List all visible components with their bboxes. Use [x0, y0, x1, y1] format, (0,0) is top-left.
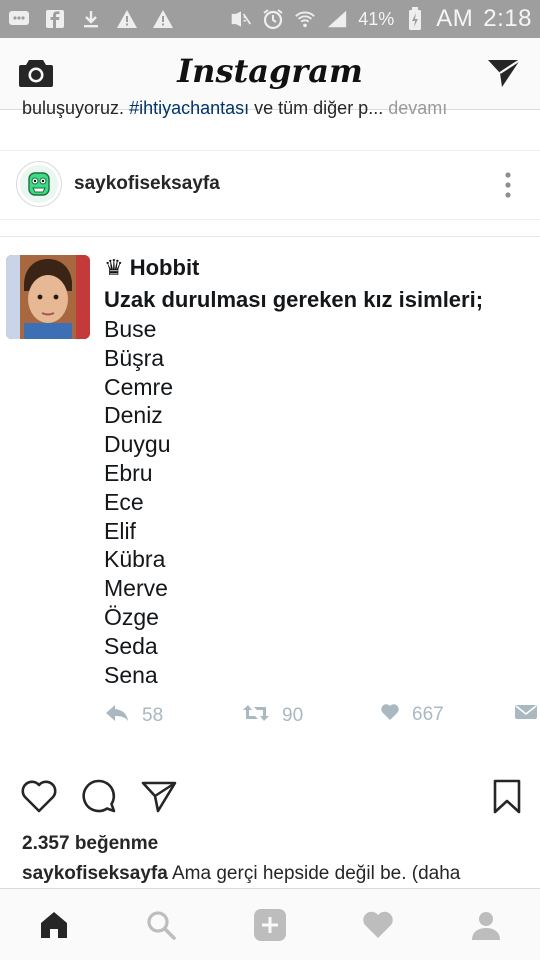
retweet-icon [242, 703, 270, 729]
list-item: Ebru [104, 459, 153, 486]
tweet-actions: 58 90 667 [104, 703, 540, 729]
tweet-heading: Uzak durulması gereken kız isimleri; [104, 287, 484, 312]
paper-plane-icon[interactable] [486, 56, 522, 95]
post-header: saykofiseksayfa [0, 150, 540, 220]
tweet-retweet-count: 90 [282, 705, 304, 726]
heart-icon [380, 703, 400, 727]
crown-icon: ♛ [104, 255, 124, 280]
status-time: 2:18 [483, 5, 532, 32]
tweet-like: 667 [380, 703, 444, 727]
tweet-name-list: Buse Büşra Cemre Deniz Duygu Ebru Ece El… [104, 315, 173, 689]
list-item: Buse [104, 316, 157, 342]
list-item: Özge [104, 603, 159, 630]
post-username[interactable]: saykofiseksayfa [74, 173, 220, 195]
tweet-author-avatar [6, 255, 90, 339]
post-image[interactable]: ♛ Hobbit Uzak durulması gereken kız isim… [0, 236, 540, 756]
list-item: Deniz [104, 402, 163, 429]
tweet-retweet: 90 [242, 703, 303, 729]
previous-caption-rest: ve tüm diğer p... [249, 98, 384, 118]
list-item: Sena [104, 661, 158, 688]
list-item: Elif [104, 517, 136, 544]
heart-icon[interactable] [20, 778, 58, 819]
tweet-reply: 58 [104, 703, 163, 729]
post-actions [0, 778, 540, 818]
monster-face-icon [20, 165, 58, 203]
avatar[interactable] [16, 161, 62, 207]
like-count[interactable]: 2.357 beğenme [22, 833, 158, 855]
caption-username[interactable]: saykofiseksayfa [22, 863, 168, 884]
list-item: Kübra [104, 546, 166, 573]
list-item: Duygu [104, 431, 171, 458]
list-item: Cemre [104, 373, 174, 400]
list-item: Ece [104, 488, 144, 515]
send-icon[interactable] [140, 778, 178, 819]
download-icon [80, 8, 102, 30]
status-bar: 41% AM 2:18 [0, 0, 540, 38]
battery-percent: 41% [358, 8, 395, 29]
warning-icon [152, 8, 174, 30]
messages-icon [8, 8, 30, 30]
app-logo: Instagram [177, 52, 363, 90]
tweet-like-count: 667 [412, 704, 444, 725]
tweet-reply-count: 58 [142, 705, 164, 726]
status-ampm: AM [436, 5, 474, 32]
tweet-author-name: Hobbit [129, 255, 200, 280]
previous-post-caption: buluşuyoruz. #ihtiyachantası ve tüm diğe… [22, 98, 522, 120]
warning-icon [116, 8, 138, 30]
list-item: Seda [104, 632, 158, 659]
envelope-icon [514, 703, 538, 727]
list-item: Merve [104, 575, 168, 602]
more-options-icon[interactable] [504, 171, 512, 199]
reply-icon [104, 703, 130, 729]
wifi-icon [294, 8, 316, 30]
battery-charging-icon [404, 7, 426, 30]
previous-caption-text: buluşuyoruz. [22, 98, 130, 118]
previous-caption-hashtag[interactable]: #ihtiyachantası [129, 98, 249, 118]
search-icon[interactable] [143, 907, 179, 943]
tweet-author: ♛ Hobbit [104, 255, 199, 281]
profile-icon[interactable] [468, 907, 504, 943]
signal-icon [326, 8, 348, 30]
caption-text: Ama gerçi hepside değil be. (daha [167, 863, 461, 884]
home-icon[interactable] [36, 907, 72, 943]
tweet-dm [514, 703, 538, 727]
add-post-icon[interactable] [252, 907, 288, 943]
list-item: Büşra [104, 344, 165, 371]
activity-heart-icon[interactable] [360, 907, 396, 943]
bookmark-icon[interactable] [490, 778, 524, 819]
previous-caption-more-link[interactable]: devamı [383, 98, 447, 118]
alarm-icon [262, 8, 284, 30]
post-caption: saykofiseksayfa Ama gerçi hepside değil … [22, 863, 532, 885]
bottom-navigation [0, 888, 540, 960]
mute-icon [230, 8, 252, 30]
facebook-icon [44, 8, 66, 30]
comment-icon[interactable] [80, 778, 118, 819]
